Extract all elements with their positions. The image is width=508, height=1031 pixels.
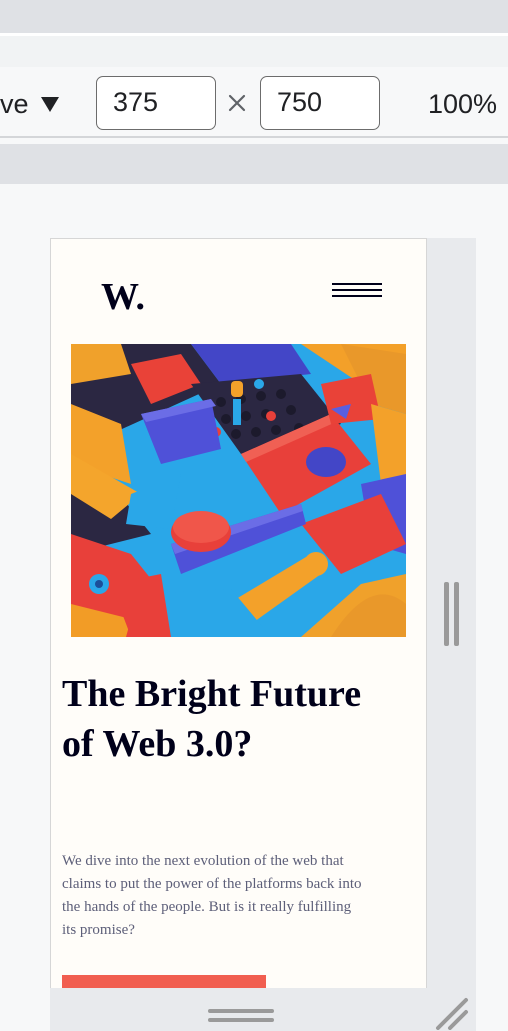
site-logo[interactable]: W.	[101, 275, 145, 319]
hero-image	[71, 344, 406, 637]
caret-down-icon	[40, 96, 59, 112]
times-icon	[228, 94, 246, 112]
media-query-bar	[0, 144, 508, 184]
right-resize-handle[interactable]	[427, 238, 476, 1031]
corner-resize-icon[interactable]	[434, 996, 470, 1030]
bottom-resize-handle[interactable]	[208, 1007, 274, 1025]
article-headline: The Bright Future of Web 3.0?	[62, 673, 362, 765]
height-input[interactable]: 750	[260, 76, 380, 130]
device-dropdown[interactable]: ve	[0, 89, 59, 119]
hamburger-menu-icon[interactable]	[332, 283, 382, 301]
device-toolbar: ve 375 750 100%	[0, 67, 508, 138]
devtools-tab-strip	[0, 36, 508, 67]
article-description: We dive into the next evolution of the w…	[62, 853, 362, 938]
browser-top-strip	[0, 0, 508, 33]
zoom-dropdown[interactable]: 100%	[428, 89, 497, 120]
device-dropdown-label: ve	[0, 88, 29, 119]
read-more-button[interactable]	[62, 975, 266, 988]
width-input[interactable]: 375	[96, 76, 216, 130]
device-viewport: W. The Bright Future of Web 3.0? We dive…	[50, 238, 427, 988]
